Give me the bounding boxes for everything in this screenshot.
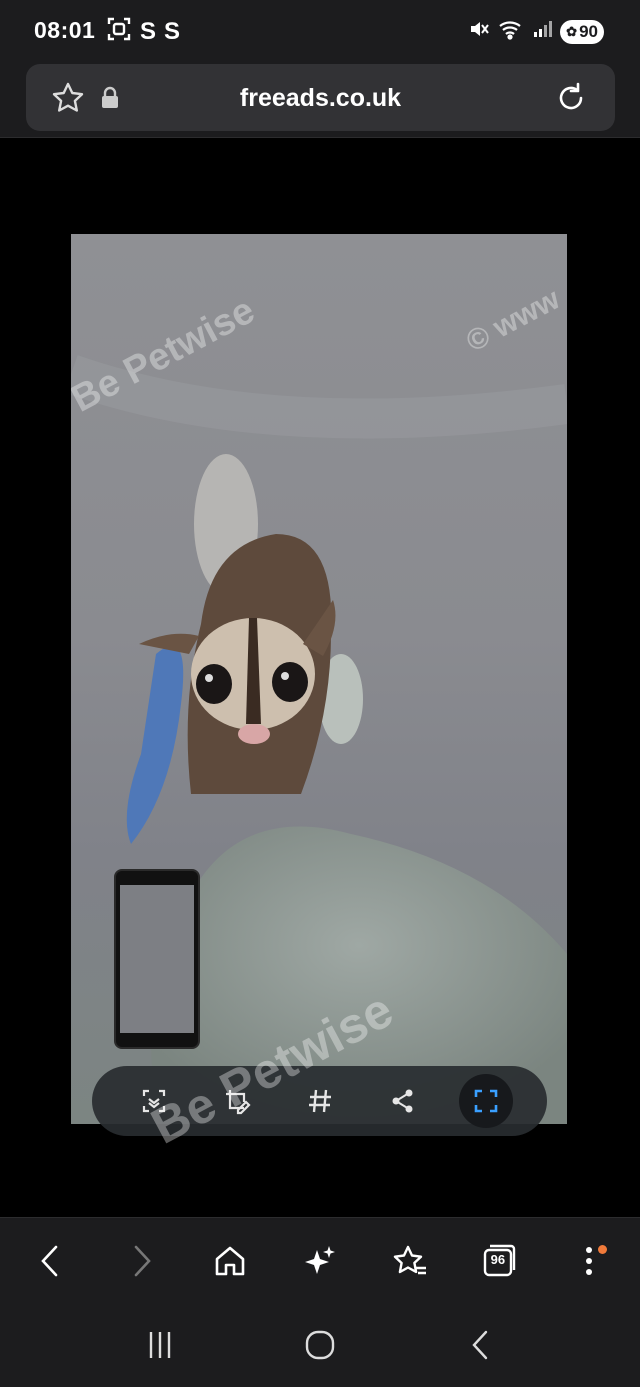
screenshot-thumbnail[interactable]: [114, 869, 200, 1049]
system-home-icon: [305, 1330, 335, 1360]
more-menu-button[interactable]: [559, 1231, 619, 1291]
chevron-left-icon: [41, 1245, 58, 1276]
url-bar[interactable]: freeads.co.uk: [26, 64, 615, 131]
home-icon: [215, 1246, 245, 1275]
ai-assist-button[interactable]: [290, 1231, 350, 1291]
samsung-s-icon: S: [140, 17, 157, 45]
battery-leaf-icon: ✿: [566, 23, 578, 39]
bookmarks-star-icon: [393, 1245, 426, 1274]
status-bar: 08:01 S S ✿ 90: [0, 0, 640, 62]
status-left-icons: S S: [106, 16, 180, 47]
recent-apps-icon: [149, 1332, 171, 1358]
forward-button[interactable]: [111, 1231, 171, 1291]
reload-icon[interactable]: [553, 80, 589, 121]
home-button[interactable]: [200, 1231, 260, 1291]
browser-bottom-nav: 96: [0, 1217, 640, 1303]
share-icon: [392, 1089, 412, 1113]
capture-scroll-button[interactable]: [458, 1074, 513, 1128]
wifi-icon: [498, 18, 524, 45]
mute-icon: [468, 18, 490, 45]
listing-photo[interactable]: Be Petwise © www: [71, 234, 567, 1124]
battery-level: 90: [579, 21, 598, 41]
back-button[interactable]: [21, 1231, 81, 1291]
samsung-s-icon: S: [164, 17, 181, 45]
browser-toolbar: freeads.co.uk: [0, 62, 640, 138]
tabs-button[interactable]: 96: [469, 1231, 529, 1291]
screenshot-icon: [106, 16, 132, 47]
status-right-icons: ✿ 90: [468, 18, 604, 45]
battery-indicator: ✿ 90: [560, 19, 604, 44]
system-home-button[interactable]: [290, 1315, 350, 1375]
chevron-right-icon: [134, 1245, 151, 1276]
screen-capture-icon: [474, 1089, 497, 1113]
bookmarks-button[interactable]: [380, 1231, 440, 1291]
page-content: Be Petwise © www Be Petwise: [0, 139, 640, 1217]
signal-icon: [532, 19, 553, 44]
share-button[interactable]: [376, 1074, 430, 1128]
thumbnail-preview: [120, 885, 194, 1033]
more-vertical-icon: [586, 1246, 593, 1275]
system-nav-bar: [0, 1303, 640, 1387]
hashtag-icon: [308, 1089, 331, 1113]
sparkles-icon: [304, 1245, 335, 1274]
system-back-icon: [472, 1330, 488, 1360]
status-time: 08:01: [34, 17, 96, 43]
tabs-count: 96: [490, 1251, 506, 1267]
recent-apps-button[interactable]: [130, 1315, 190, 1375]
notification-dot: [598, 1244, 608, 1254]
url-text[interactable]: freeads.co.uk: [26, 84, 615, 113]
system-back-button[interactable]: [450, 1315, 510, 1375]
